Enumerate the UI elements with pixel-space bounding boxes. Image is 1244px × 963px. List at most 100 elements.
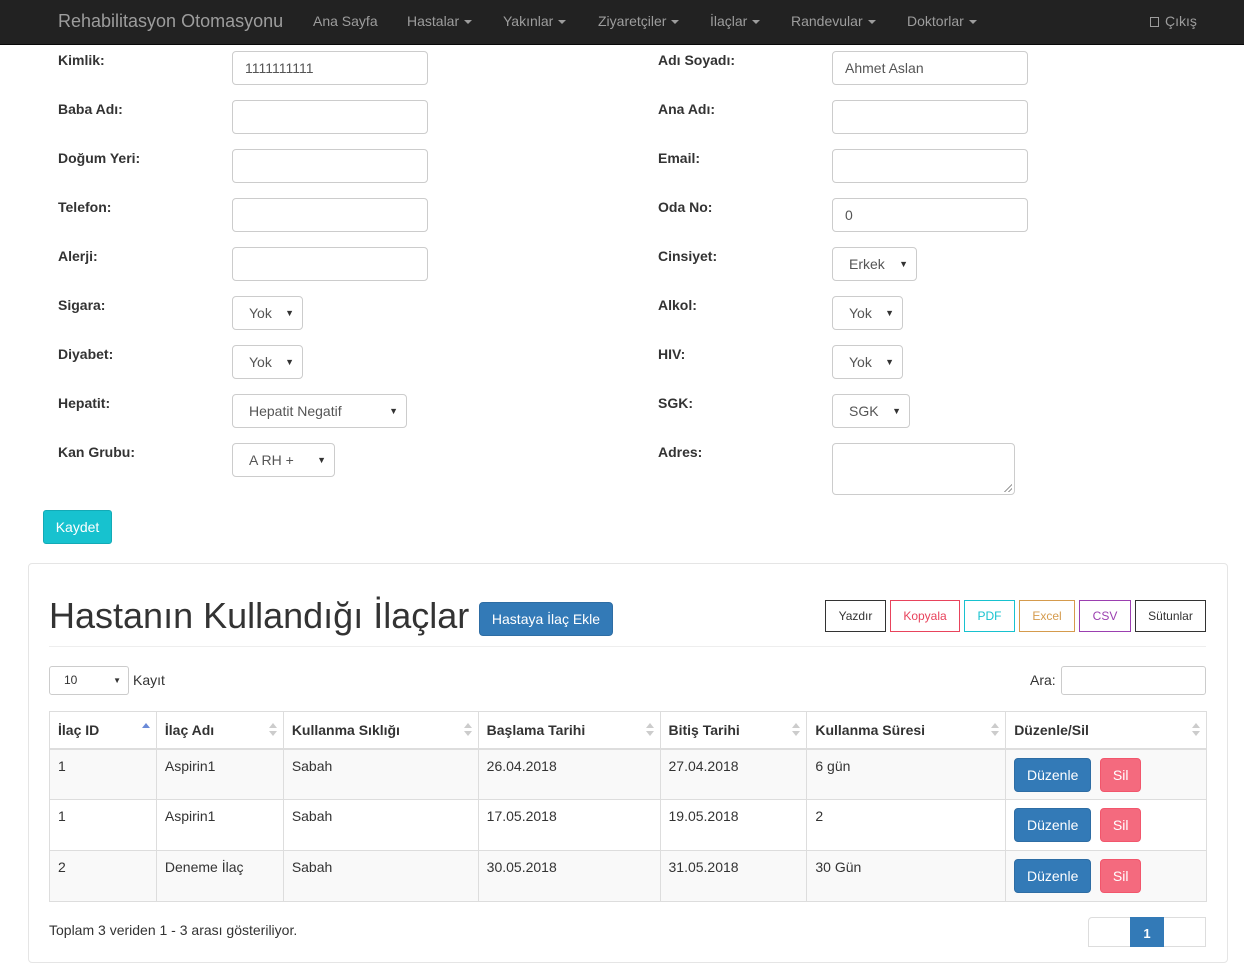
col-header-kullanma-sikligi[interactable]: Kullanma Sıklığı <box>282 711 479 750</box>
cell-baslama-tarihi: 30.05.2018 <box>477 850 661 902</box>
nav-ziyaretciler[interactable]: Ziyaretçiler <box>598 0 680 42</box>
nav-hastalar-label: Hastalar <box>407 13 460 29</box>
search-input[interactable] <box>1061 666 1206 695</box>
delete-button[interactable]: Sil <box>1100 757 1142 792</box>
hepatit-select-value: Hepatit Negatif <box>249 403 342 419</box>
cell-bitis-tarihi: 31.05.2018 <box>659 850 808 902</box>
col-header-duzenle-sil[interactable]: Düzenle/Sil <box>1005 711 1207 750</box>
adres-textarea[interactable] <box>832 443 1015 495</box>
hiv-select[interactable]: Yok ▼ <box>832 345 903 379</box>
alerji-input[interactable] <box>232 247 428 281</box>
cell-bitis-tarihi: 27.04.2018 <box>659 748 808 800</box>
oda-no-label: Oda No: <box>658 199 713 215</box>
dogum-yeri-input[interactable] <box>232 149 428 183</box>
cell-actions: Düzenle Sil <box>1005 850 1207 902</box>
adi-soyadi-label: Adı Soyadı: <box>658 52 736 68</box>
pdf-button[interactable]: PDF <box>964 600 1015 632</box>
email-label: Email: <box>658 150 701 166</box>
hepatit-select[interactable]: Hepatit Negatif ▼ <box>232 394 407 428</box>
kan-grubu-select[interactable]: A RH + ▼ <box>232 443 335 477</box>
logout-label: Çıkış <box>1165 13 1197 29</box>
col-header-label: İlaç Adı <box>164 721 215 738</box>
top-navbar: Rehabilitasyon Otomasyonu Ana Sayfa Hast… <box>0 0 1244 45</box>
cell-kullanma-suresi: 30 Gün <box>806 850 1007 902</box>
nav-randevular[interactable]: Randevular <box>791 0 876 42</box>
table-row: 1 Aspirin1 Sabah 26.04.2018 27.04.2018 6… <box>49 748 1207 800</box>
caret-down-icon <box>558 20 567 25</box>
copy-button[interactable]: Kopyala <box>890 600 960 632</box>
email-input[interactable] <box>832 149 1028 183</box>
save-button[interactable]: Kaydet <box>43 510 112 544</box>
nav-yakinlar[interactable]: Yakınlar <box>503 0 567 42</box>
alkol-label: Alkol: <box>658 297 697 313</box>
hiv-select-value: Yok <box>849 354 872 370</box>
brand-link[interactable]: Rehabilitasyon Otomasyonu <box>58 0 283 42</box>
cell-ilac-adi: Aspirin1 <box>155 799 284 851</box>
print-button[interactable]: Yazdır <box>825 600 886 632</box>
alkol-select-value: Yok <box>849 305 872 321</box>
cell-ilac-adi: Aspirin1 <box>155 748 284 800</box>
nav-yakinlar-label: Yakınlar <box>503 13 554 29</box>
page-button-active[interactable]: 1 <box>1130 917 1164 947</box>
kimlik-input[interactable]: 1111111111 <box>232 51 428 85</box>
excel-button[interactable]: Excel <box>1019 600 1075 632</box>
resize-grip-icon[interactable] <box>1004 484 1012 492</box>
cinsiyet-select[interactable]: Erkek ▼ <box>832 247 917 281</box>
dogum-yeri-label: Doğum Yeri: <box>58 150 141 166</box>
page-length-suffix: Kayıt <box>133 672 165 688</box>
nav-doktorlar[interactable]: Doktorlar <box>907 0 977 42</box>
cell-kullanma-sikligi: Sabah <box>282 748 479 800</box>
caret-down-icon <box>867 20 876 25</box>
diyabet-select[interactable]: Yok ▼ <box>232 345 303 379</box>
kan-grubu-select-value: A RH + <box>249 452 294 468</box>
cinsiyet-select-value: Erkek <box>849 256 885 272</box>
ana-adi-input[interactable] <box>832 100 1028 134</box>
csv-button[interactable]: CSV <box>1079 600 1131 632</box>
delete-button[interactable]: Sil <box>1100 859 1142 893</box>
nav-ana-sayfa[interactable]: Ana Sayfa <box>313 0 378 42</box>
sort-icon <box>463 723 472 737</box>
oda-no-input[interactable]: 0 <box>832 198 1028 232</box>
ana-adi-label: Ana Adı: <box>658 101 716 117</box>
adi-soyadi-input[interactable]: Ahmet Aslan <box>832 51 1028 85</box>
col-header-label: Kullanma Sıklığı <box>291 721 400 738</box>
sort-asc-icon <box>141 723 150 737</box>
col-header-ilac-id[interactable]: İlaç ID <box>49 711 157 750</box>
chevron-down-icon: ▼ <box>285 308 294 318</box>
alerji-label: Alerji: <box>58 248 98 264</box>
alkol-select[interactable]: Yok ▼ <box>832 296 903 330</box>
cinsiyet-label: Cinsiyet: <box>658 248 718 264</box>
edit-button[interactable]: Düzenle <box>1014 757 1092 792</box>
page-length-select[interactable]: 10 ▼ <box>49 666 129 695</box>
col-header-label: İlaç ID <box>58 721 100 738</box>
telefon-label: Telefon: <box>58 199 112 215</box>
cell-kullanma-sikligi: Sabah <box>282 850 479 902</box>
nav-ilaclar[interactable]: İlaçlar <box>710 0 761 42</box>
col-header-baslama-tarihi[interactable]: Başlama Tarihi <box>477 711 661 750</box>
columns-button[interactable]: Sütunlar <box>1135 600 1206 632</box>
sigara-select[interactable]: Yok ▼ <box>232 296 303 330</box>
edit-button[interactable]: Düzenle <box>1014 859 1092 893</box>
telefon-input[interactable] <box>232 198 428 232</box>
nav-doktorlar-label: Doktorlar <box>907 13 964 29</box>
caret-down-icon <box>464 20 473 25</box>
col-header-label: Başlama Tarihi <box>486 721 586 738</box>
col-header-bitis-tarihi[interactable]: Bitiş Tarihi <box>659 711 808 750</box>
logout-link[interactable]: Çıkış <box>1150 0 1197 42</box>
medications-table: İlaç ID İlaç Adı Kullanma Sıklığı Başlam… <box>49 711 1207 902</box>
edit-button[interactable]: Düzenle <box>1014 808 1092 842</box>
cell-bitis-tarihi: 19.05.2018 <box>659 799 808 851</box>
cell-ilac-id: 1 <box>49 748 157 800</box>
sgk-label: SGK: <box>658 395 693 411</box>
nav-randevular-label: Randevular <box>791 13 863 29</box>
sgk-select[interactable]: SGK ▼ <box>832 394 910 428</box>
adres-label: Adres: <box>658 444 703 460</box>
col-header-kullanma-suresi[interactable]: Kullanma Süresi <box>806 711 1007 750</box>
baba-adi-input[interactable] <box>232 100 428 134</box>
diyabet-label: Diyabet: <box>58 346 114 362</box>
col-header-ilac-adi[interactable]: İlaç Adı <box>155 711 284 750</box>
chevron-down-icon: ▼ <box>317 455 326 465</box>
nav-hastalar[interactable]: Hastalar <box>407 0 473 42</box>
add-medication-button[interactable]: Hastaya İlaç Ekle <box>479 602 613 636</box>
delete-button[interactable]: Sil <box>1100 808 1142 842</box>
